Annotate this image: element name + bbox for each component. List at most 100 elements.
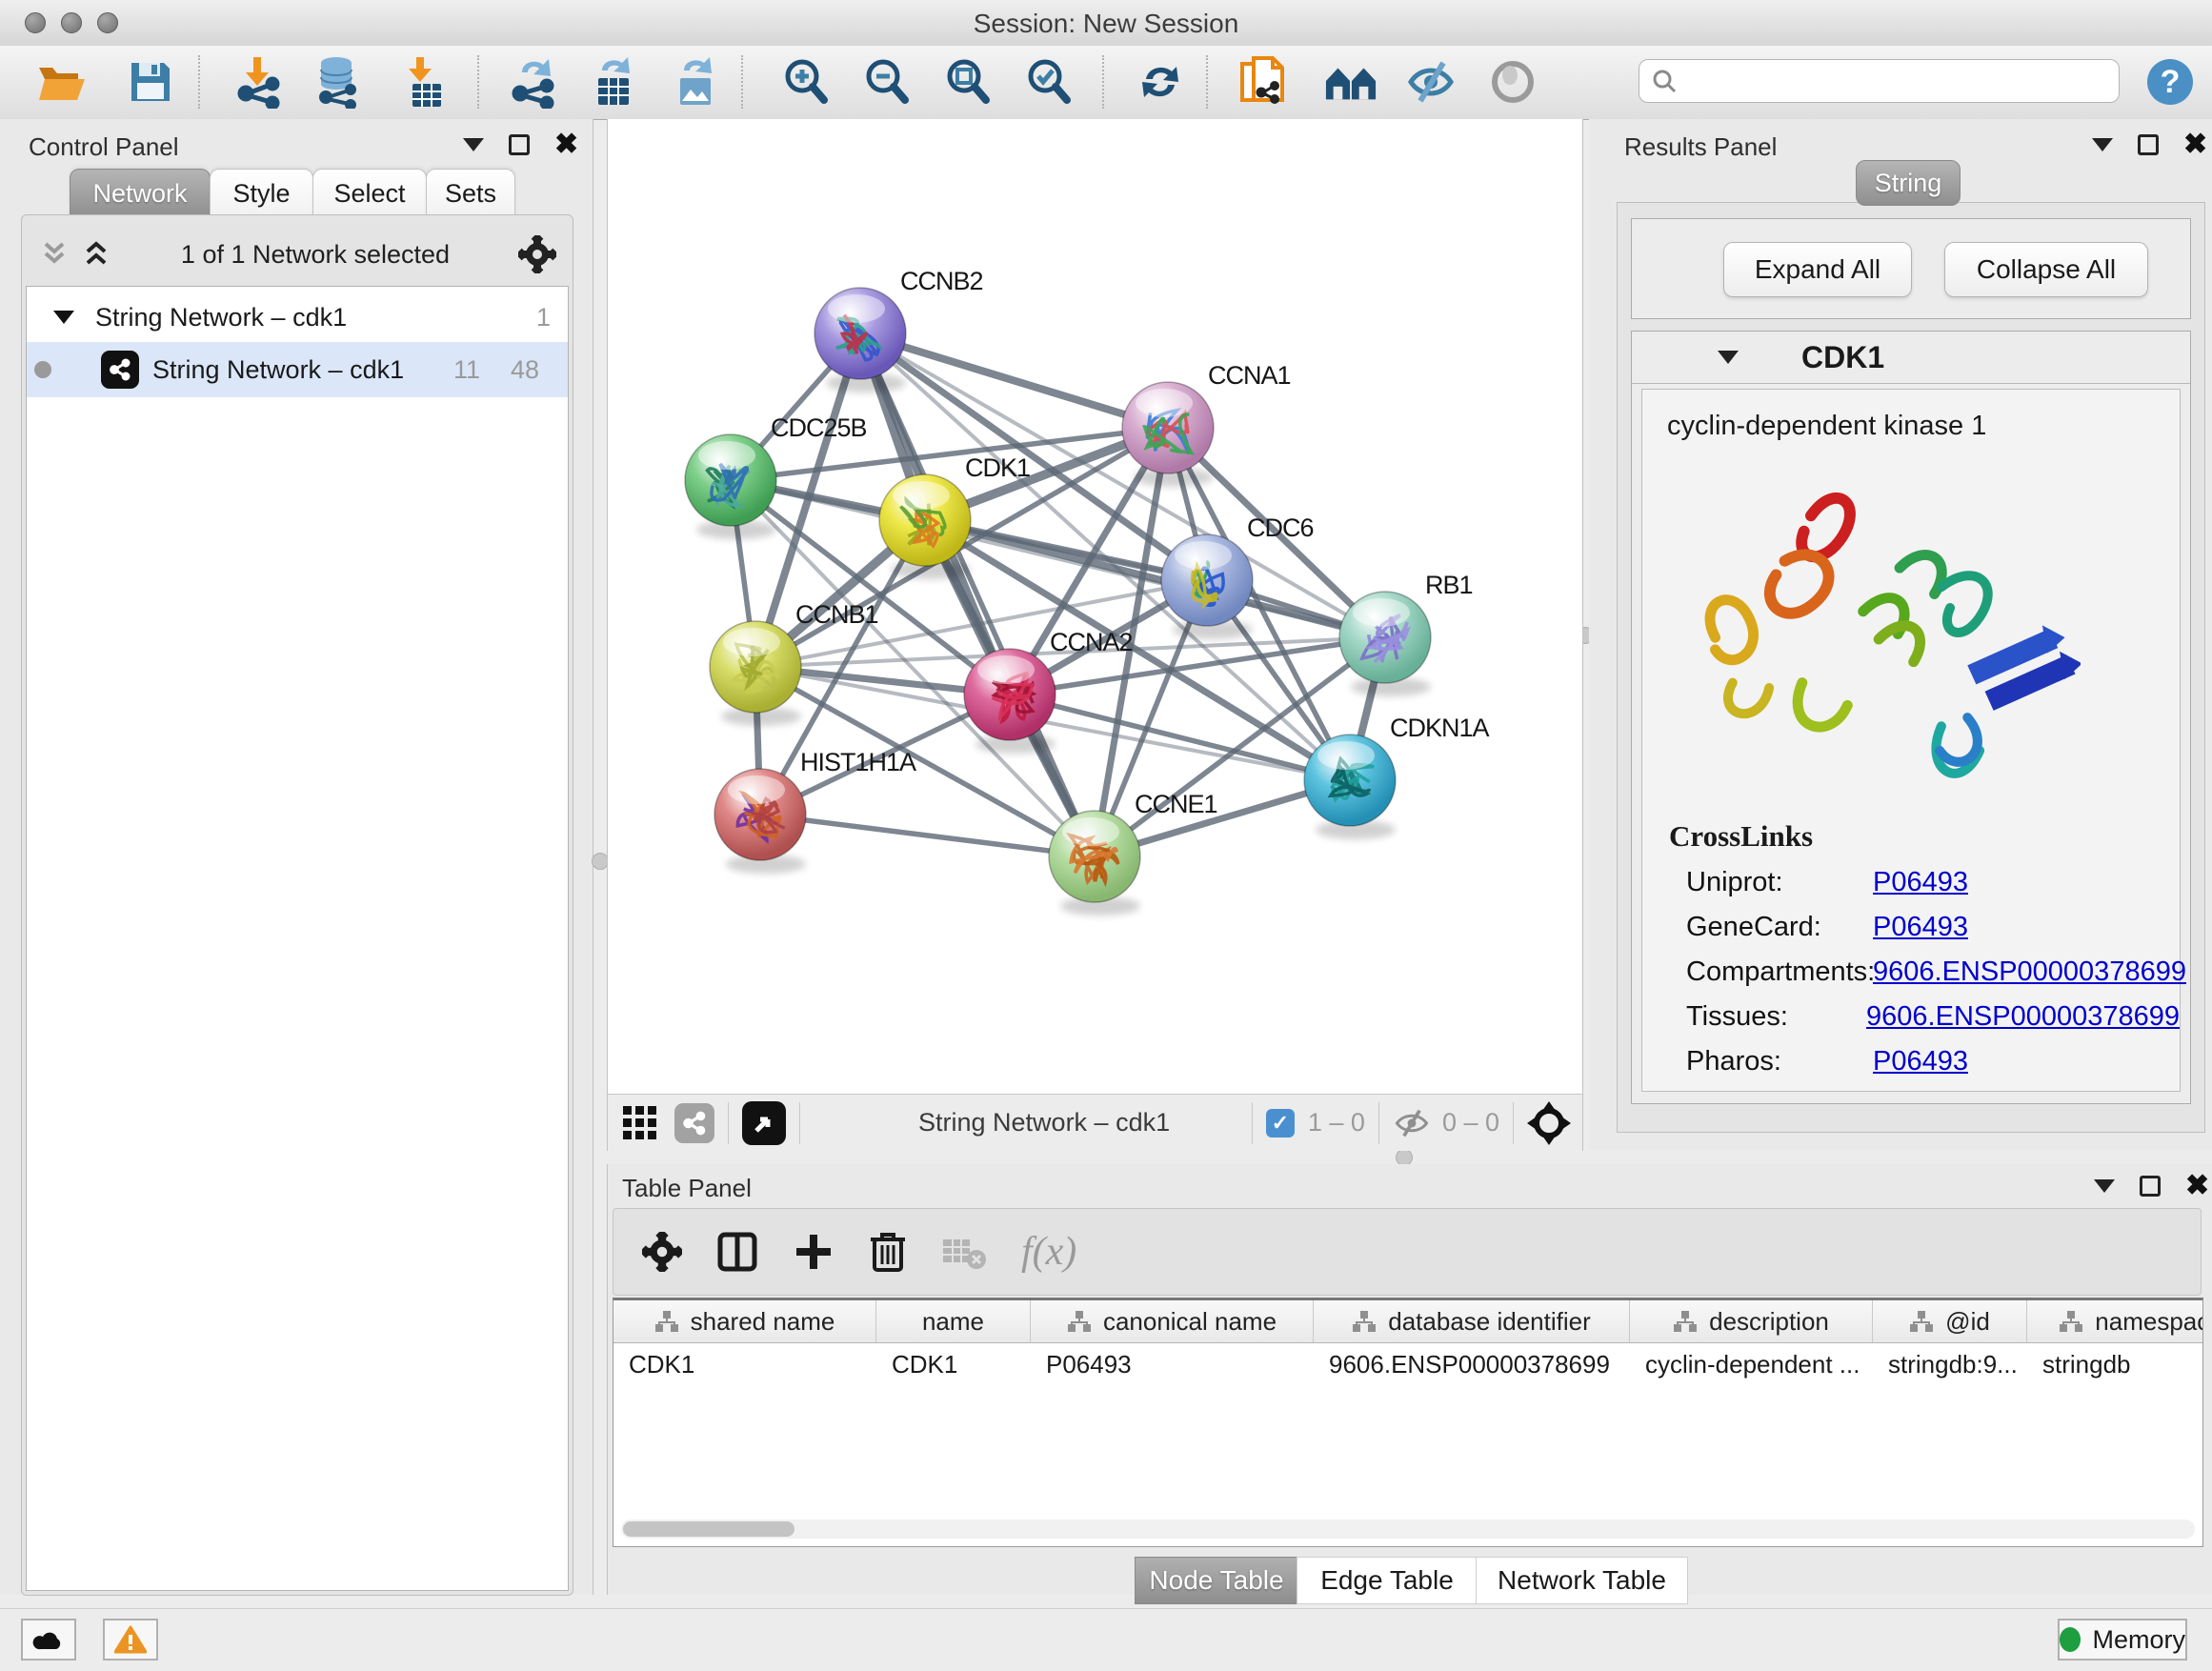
table-options-gear-icon[interactable] <box>642 1232 682 1272</box>
warnings-button[interactable] <box>103 1619 158 1661</box>
network-edge[interactable] <box>760 815 1095 856</box>
string-network-graph[interactable]: CCNB2CCNA1CDC25BCDK1CDC6RB1CCNB1CCNA2CDK… <box>608 119 1582 1094</box>
horizontal-scrollbar[interactable] <box>621 1520 2195 1539</box>
table-cell[interactable]: CDK1 <box>613 1350 876 1379</box>
tab-style[interactable]: Style <box>210 169 313 218</box>
refresh-network-button[interactable] <box>1134 53 1187 111</box>
show-columns-icon[interactable] <box>716 1231 758 1273</box>
help-button[interactable]: ? <box>2143 53 2197 111</box>
tab-edge-table[interactable]: Edge Table <box>1297 1557 1478 1604</box>
expand-all-button[interactable]: Expand All <box>1723 242 1912 297</box>
add-column-icon[interactable] <box>793 1231 835 1273</box>
import-network-database-button[interactable] <box>310 53 363 111</box>
section-expander-icon[interactable] <box>1718 351 1739 364</box>
node-label: CDC25B <box>771 413 867 442</box>
close-panel-icon[interactable]: ✖ <box>554 134 578 155</box>
network-options-gear-icon[interactable] <box>518 235 556 273</box>
column-header-description[interactable]: description <box>1630 1300 1873 1342</box>
hide-show-graphics-button[interactable] <box>1404 53 1458 111</box>
tab-sets[interactable]: Sets <box>426 169 515 218</box>
column-header-shared-name[interactable]: shared name <box>613 1300 876 1342</box>
collapse-all-button[interactable]: Collapse All <box>1944 242 2148 297</box>
column-header-canonical-name[interactable]: canonical name <box>1031 1300 1314 1342</box>
tab-node-table[interactable]: Node Table <box>1135 1557 1298 1604</box>
network-edge[interactable] <box>860 333 1095 856</box>
export-network-button[interactable] <box>507 53 560 111</box>
selected-checkbox-icon[interactable]: ✓ <box>1266 1109 1295 1137</box>
expand-all-chevron-icon[interactable] <box>80 240 112 269</box>
tree-expander-icon[interactable] <box>53 311 74 324</box>
tab-label: Edge Table <box>1320 1565 1454 1596</box>
table-cell[interactable]: P06493 <box>1031 1350 1314 1379</box>
zoom-selected-button[interactable] <box>1021 53 1075 111</box>
birdseye-view-icon[interactable] <box>742 1101 786 1145</box>
table-row[interactable]: CDK1CDK1P064939606.ENSP00000378699cyclin… <box>613 1343 2202 1385</box>
table-cell[interactable]: stringdb:9... <box>1873 1350 2027 1379</box>
toolbar-search-field[interactable] <box>1639 59 2120 103</box>
table-cell[interactable]: 9606.ENSP00000378699 <box>1314 1350 1630 1379</box>
save-session-button[interactable] <box>124 53 177 111</box>
network-node-rb1[interactable]: RB1 <box>1339 571 1473 696</box>
export-image-button[interactable] <box>669 53 722 111</box>
tab-string[interactable]: String <box>1856 160 1961 206</box>
network-node-cdc25b[interactable]: CDC25B <box>685 413 867 539</box>
crosslink-tissues[interactable]: 9606.ENSP00000378699 <box>1866 1001 2180 1033</box>
first-neighbors-button[interactable] <box>1324 53 1377 111</box>
node-label: CCNE1 <box>1135 790 1217 818</box>
search-input[interactable] <box>1678 66 2091 97</box>
network-node-hist1h1a[interactable]: HIST1H1A <box>714 748 916 874</box>
tab-select[interactable]: Select <box>312 169 427 218</box>
zoom-in-button[interactable] <box>778 53 832 111</box>
column-header--id[interactable]: @id <box>1873 1300 2027 1342</box>
table-cell[interactable]: stringdb <box>2027 1350 2203 1379</box>
network-edges <box>731 333 1385 856</box>
export-table-button[interactable] <box>588 53 641 111</box>
grid-view-icon[interactable] <box>621 1104 659 1142</box>
memory-button[interactable]: Memory <box>2058 1619 2187 1661</box>
network-node-ccnb2[interactable]: CCNB2 <box>814 267 983 393</box>
level-of-detail-button[interactable] <box>1486 53 1539 111</box>
maximize-panel-icon[interactable] <box>2138 134 2159 155</box>
crosslink-pharos[interactable]: P06493 <box>1873 1046 1968 1077</box>
crosslink-uniprot[interactable]: P06493 <box>1873 867 1968 898</box>
tab-network[interactable]: Network <box>70 169 211 218</box>
float-panel-icon[interactable] <box>463 138 484 151</box>
delete-column-trash-icon[interactable] <box>869 1230 907 1274</box>
column-header-namespace[interactable]: namespace <box>2027 1300 2203 1342</box>
node-table: shared namenamecanonical namedatabase id… <box>613 1298 2203 1547</box>
column-network-icon <box>2059 1310 2083 1333</box>
gene-section-header[interactable]: CDK1 <box>1632 332 2190 384</box>
crosslink-compartments[interactable]: 9606.ENSP00000378699 <box>1873 956 2186 988</box>
function-builder-icon: f(x) <box>1021 1229 1076 1275</box>
import-table-file-button[interactable] <box>397 53 451 111</box>
zoom-out-button[interactable] <box>859 53 913 111</box>
open-session-button[interactable] <box>35 53 89 111</box>
column-header-name[interactable]: name <box>876 1300 1031 1342</box>
scrollbar-thumb[interactable] <box>623 1521 794 1537</box>
crosslink-genecard[interactable]: P06493 <box>1873 912 1968 943</box>
network-edge[interactable] <box>860 333 1168 428</box>
import-network-file-button[interactable] <box>232 53 286 111</box>
close-panel-icon[interactable]: ✖ <box>2183 134 2207 155</box>
table-cell[interactable]: cyclin-dependent ... <box>1630 1350 1873 1379</box>
network-canvas[interactable]: CCNB2CCNA1CDC25BCDK1CDC6RB1CCNB1CCNA2CDK… <box>607 119 1583 1094</box>
float-panel-icon[interactable] <box>2094 1179 2115 1193</box>
network-collection-row[interactable]: String Network – cdk1 1 <box>27 292 568 342</box>
collapse-all-chevron-icon[interactable] <box>38 240 70 269</box>
table-cell[interactable]: CDK1 <box>876 1350 1031 1379</box>
close-panel-icon[interactable]: ✖ <box>2185 1176 2209 1197</box>
fit-selected-crosshair-icon[interactable] <box>1527 1101 1571 1145</box>
cloud-status-button[interactable] <box>21 1619 76 1661</box>
network-view-share-icon[interactable] <box>674 1103 714 1143</box>
refresh-icon <box>1136 58 1184 106</box>
column-header-database-identifier[interactable]: database identifier <box>1314 1300 1630 1342</box>
tab-network-table[interactable]: Network Table <box>1476 1557 1688 1604</box>
float-panel-icon[interactable] <box>2092 138 2113 151</box>
network-node-cdkn1a[interactable]: CDKN1A <box>1304 714 1490 839</box>
new-network-from-selection-button[interactable] <box>1237 53 1290 111</box>
maximize-panel-icon[interactable] <box>509 134 530 155</box>
collection-count: 1 <box>536 303 551 332</box>
maximize-panel-icon[interactable] <box>2140 1176 2161 1197</box>
zoom-fit-button[interactable] <box>940 53 994 111</box>
network-row-selected[interactable]: String Network – cdk1 11 48 <box>27 342 568 397</box>
